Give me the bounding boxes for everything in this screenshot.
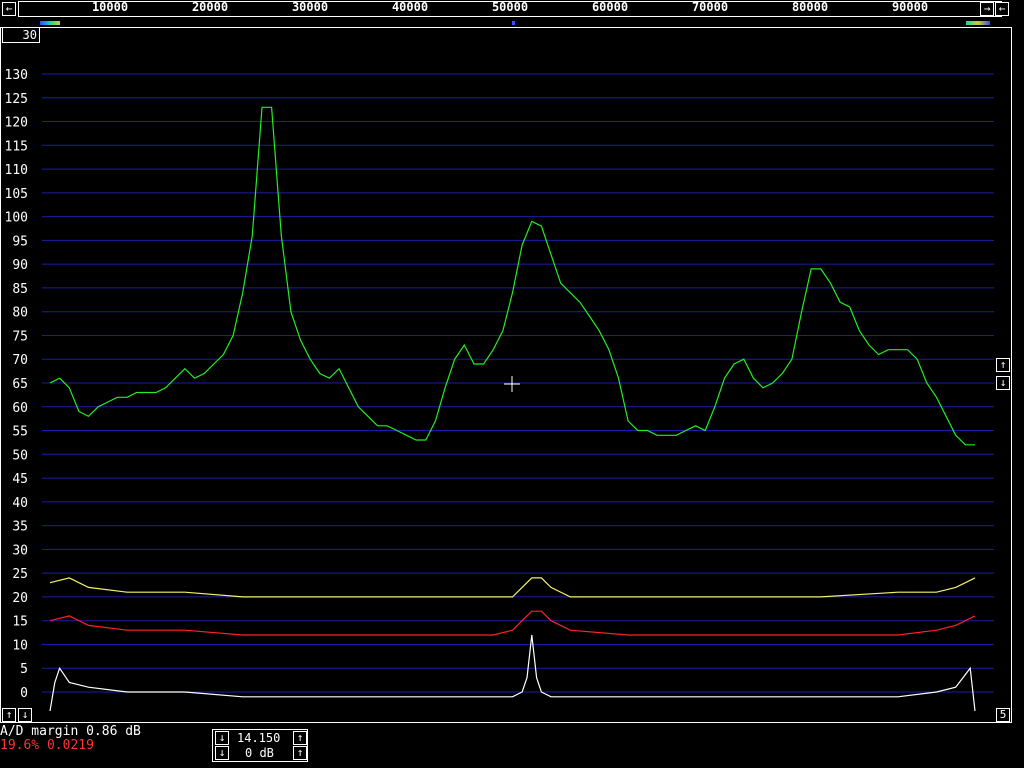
colorbar-left — [40, 21, 60, 25]
error-text: 19.6% 0.0219 — [0, 738, 94, 753]
avg-count-button[interactable]: 5 — [996, 708, 1010, 722]
scroll-left-button-2[interactable]: ← — [995, 2, 1009, 16]
y-axis-label: 10 — [12, 638, 28, 653]
ad-margin-text: A/D margin 0.86 dB — [0, 724, 141, 739]
y-axis-label: 40 — [12, 496, 28, 511]
colorbar-right — [966, 21, 990, 25]
scroll-left-button[interactable]: ← — [2, 2, 16, 16]
y-axis-label: 50 — [12, 448, 28, 463]
y-axis-label: 35 — [12, 520, 28, 535]
yellow-spectrum-trace — [49, 577, 976, 598]
spectrum-panel[interactable]: 130 125 120 115 110 105 100 95 90 85 80 75 70 65 60 55 5… — [0, 27, 1012, 723]
freq-tick-label: 40000 — [391, 0, 429, 14]
level-gain-control[interactable]: ↓ 14.150 ↑ ↓ 0 dB ↑ — [212, 729, 308, 762]
y-axis-label: 55 — [12, 425, 28, 440]
y-axis-label: 115 — [5, 139, 28, 154]
scroll-right-button[interactable]: → — [980, 2, 994, 16]
y-axis-label: 100 — [5, 211, 28, 226]
red-spectrum-trace — [49, 610, 976, 636]
y-axis-label: 65 — [12, 377, 28, 392]
level-value[interactable]: 14.150 — [237, 731, 280, 745]
y-axis-label: 20 — [12, 591, 28, 606]
zoom-down-button[interactable]: ↓ — [18, 708, 32, 722]
spectrum-plot[interactable]: 1301251201151101051009590858075706560555… — [0, 27, 1012, 723]
panel-frame — [0, 27, 1012, 723]
y-axis-label: 45 — [12, 472, 28, 487]
freq-tick-label: 30000 — [291, 0, 329, 14]
freq-tick-label: 80000 — [791, 0, 829, 14]
freq-tick-label: 20000 — [191, 0, 229, 14]
freq-tick-label: 10000 — [91, 0, 129, 14]
y-axis-label: 90 — [12, 258, 28, 273]
y-axis-label: 130 — [5, 68, 28, 83]
zoom-up-button[interactable]: ↑ — [2, 708, 16, 722]
freq-tick-label: 70000 — [691, 0, 729, 14]
gain-up-button[interactable]: ↑ — [293, 746, 307, 760]
y-axis-label: 75 — [12, 329, 28, 344]
freq-tick-label: 60000 — [591, 0, 629, 14]
y-axis-label: 25 — [12, 567, 28, 582]
scale-up-button[interactable]: ↑ — [996, 358, 1010, 372]
gain-value[interactable]: 0 dB — [245, 746, 274, 760]
y-axis-label: 70 — [12, 353, 28, 368]
green-spectrum-trace — [49, 106, 975, 446]
y-axis-label: 105 — [5, 187, 28, 202]
y-axis-label: 0 — [20, 686, 28, 701]
level-down-button[interactable]: ↓ — [215, 731, 229, 745]
y-axis-label: 110 — [5, 163, 28, 178]
y-axis-label: 30 — [12, 543, 28, 558]
y-axis-label: 15 — [12, 615, 28, 630]
freq-tick-label: 90000 — [891, 0, 929, 14]
y-axis-label: 80 — [12, 306, 28, 321]
y-axis-label: 95 — [12, 234, 28, 249]
scale-down-button[interactable]: ↓ — [996, 376, 1010, 390]
y-axis-label: 5 — [20, 662, 28, 677]
y-axis-label: 120 — [5, 116, 28, 131]
freq-tick-label: 50000 — [491, 0, 529, 14]
y-axis-label: 85 — [12, 282, 28, 297]
y-axis-label: 60 — [12, 401, 28, 416]
gain-down-button[interactable]: ↓ — [215, 746, 229, 760]
center-marker — [512, 21, 515, 25]
white-spectrum-trace — [49, 634, 976, 712]
frequency-scale[interactable]: ← 10000 20000 30000 40000 50000 60000 70000 800… — [0, 0, 1024, 26]
level-up-button[interactable]: ↑ — [293, 731, 307, 745]
y-axis-label: 125 — [5, 92, 28, 107]
